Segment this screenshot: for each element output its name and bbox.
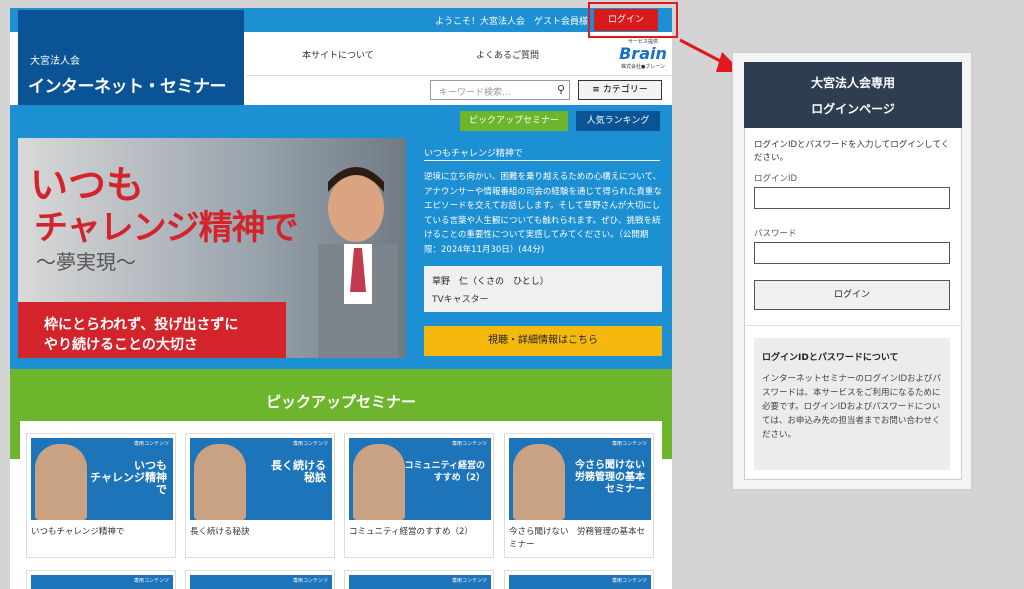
- login-panel-title2: ログインページ: [811, 102, 895, 116]
- login-panel-divider: [744, 325, 962, 326]
- site-title: インターネット・セミナー: [28, 77, 227, 97]
- login-panel-header: 大宮法人会専用 ログインページ: [744, 62, 962, 128]
- watch-details-button[interactable]: 視聴・詳細情報はこちら: [424, 326, 662, 356]
- password-field[interactable]: [754, 242, 950, 264]
- speaker-face: [194, 444, 246, 520]
- brain-logo[interactable]: サービス提供 Brain 株式会社●ブレーン: [618, 38, 668, 74]
- seminar-thumbnail: 専用コンテンツ 長く続ける 秘訣: [190, 438, 332, 520]
- speaker-face: [513, 444, 565, 520]
- hero-band-line2: やり続けることの大切さ: [44, 337, 198, 353]
- login-panel-title1: 大宮法人会専用: [810, 76, 895, 90]
- seminar-caption: 長く続ける秘訣: [190, 527, 250, 537]
- nav-about[interactable]: 本サイトについて: [302, 48, 374, 61]
- presenter-photo: [318, 167, 398, 358]
- login-about-heading: ログインIDとパスワードについて: [762, 353, 899, 363]
- content-tag: 専用コンテンツ: [292, 578, 328, 584]
- feature-title: いつもチャレンジ精神で: [424, 149, 523, 159]
- speaker-face: [35, 444, 87, 520]
- seminar-caption: いつもチャレンジ精神で: [31, 527, 125, 537]
- content-tag: 専用コンテンツ: [133, 578, 169, 584]
- content-tag: 専用コンテンツ: [611, 578, 647, 584]
- seminar-thumbnail: 専用コンテンツ いつも チャレンジ精神で: [31, 438, 173, 520]
- hero-line2: チャレンジ精神で: [34, 208, 299, 248]
- nav-faq[interactable]: よくあるご質問: [476, 48, 539, 61]
- website-screenshot: ようこそ！大宮法人会 ゲスト会員様 ログイン 大宮法人会 インターネット・セミナ…: [10, 8, 672, 589]
- content-tag: 専用コンテンツ: [451, 441, 487, 447]
- presenter-role: TVキャスター: [432, 295, 489, 305]
- content-tag: 専用コンテンツ: [611, 441, 647, 447]
- hero-line3: ～夢実現～: [36, 250, 136, 274]
- search-placeholder: キーワード検索...: [439, 88, 511, 98]
- seminar-caption: コミュニティ経営のすすめ（2）: [349, 527, 473, 537]
- seminar-card[interactable]: 専用コンテンツ: [26, 570, 176, 589]
- seminar-thumbnail: 専用コンテンツ コミュニティ経営の すすめ（2）: [349, 438, 491, 520]
- seminar-card[interactable]: 専用コンテンツ 長く続ける 秘訣 長く続ける秘訣: [185, 433, 335, 558]
- content-tag: 専用コンテンツ: [133, 441, 169, 447]
- seminar-card[interactable]: 専用コンテンツ 今さら聞けない 労務管理の基本 セミナー 今さら聞けない 労務管…: [504, 433, 654, 558]
- feature-description: 逆境に立ち向かい、困難を乗り越えるための心構えについて、アナウンサーや情報番組の…: [424, 172, 662, 255]
- ranking-button[interactable]: 人気ランキング: [576, 111, 660, 131]
- password-label: パスワード: [754, 229, 797, 239]
- seminar-card[interactable]: 専用コンテンツ: [504, 570, 654, 589]
- org-name: 大宮法人会: [30, 56, 80, 67]
- thumb-title: コミュニティ経営の すすめ（2）: [404, 461, 485, 483]
- brain-company: 株式会社●ブレーン: [620, 64, 666, 70]
- login-submit-button[interactable]: ログイン: [754, 280, 950, 310]
- thumb-title: 今さら聞けない 労務管理の基本 セミナー: [575, 460, 645, 495]
- category-button[interactable]: ≡ カテゴリー: [578, 80, 662, 100]
- hero-banner[interactable]: いつも チャレンジ精神で ～夢実現～ 枠にとらわれず、投げ出さずに やり続けるこ…: [18, 138, 406, 358]
- login-id-label: ログインID: [754, 174, 798, 184]
- main-nav: 本サイトについて よくあるご質問: [246, 32, 672, 76]
- login-about-body: インターネットセミナーのログインIDおよびパスワードは、本サービスをご利用になる…: [762, 374, 942, 440]
- login-intro: ログインIDとパスワードを入力してログインしてください。: [754, 140, 950, 163]
- seminar-card[interactable]: 専用コンテンツ コミュニティ経営の すすめ（2） コミュニティ経営のすすめ（2）: [344, 433, 494, 558]
- brain-logo-text: Brain: [619, 44, 667, 63]
- login-highlight-box: [588, 2, 678, 38]
- presenter-box: 草野 仁（くさの ひとし） TVキャスター: [424, 266, 662, 312]
- content-tag: 専用コンテンツ: [292, 441, 328, 447]
- speaker-face: [353, 444, 405, 520]
- seminar-caption: 今さら聞けない 労務管理の基本セミナー: [509, 527, 646, 550]
- seminar-card[interactable]: 専用コンテンツ: [344, 570, 494, 589]
- login-about-box: ログインIDとパスワードについて インターネットセミナーのログインIDおよびパス…: [754, 338, 950, 470]
- thumb-title: 長く続ける 秘訣: [271, 459, 326, 484]
- search-input[interactable]: キーワード検索... ⚲: [430, 80, 570, 100]
- welcome-text: ようこそ！大宮法人会 ゲスト会員様: [434, 17, 588, 27]
- pickup-seminar-button[interactable]: ピックアップセミナー: [460, 111, 568, 131]
- seminar-card[interactable]: 専用コンテンツ: [185, 570, 335, 589]
- content-tag: 専用コンテンツ: [451, 578, 487, 584]
- seminar-thumbnail: 専用コンテンツ 今さら聞けない 労務管理の基本 セミナー: [509, 438, 651, 520]
- hero-band-line1: 枠にとらわれず、投げ出さずに: [44, 317, 239, 333]
- login-id-field[interactable]: [754, 187, 950, 209]
- search-icon[interactable]: ⚲: [557, 83, 565, 96]
- seminar-card[interactable]: 専用コンテンツ いつも チャレンジ精神で いつもチャレンジ精神で: [26, 433, 176, 558]
- thumb-title: いつも チャレンジ精神で: [90, 459, 167, 496]
- feature-divider: [424, 160, 660, 161]
- presenter-name: 草野 仁（くさの ひとし）: [432, 277, 549, 287]
- pickup-heading: ピックアップセミナー: [265, 393, 416, 411]
